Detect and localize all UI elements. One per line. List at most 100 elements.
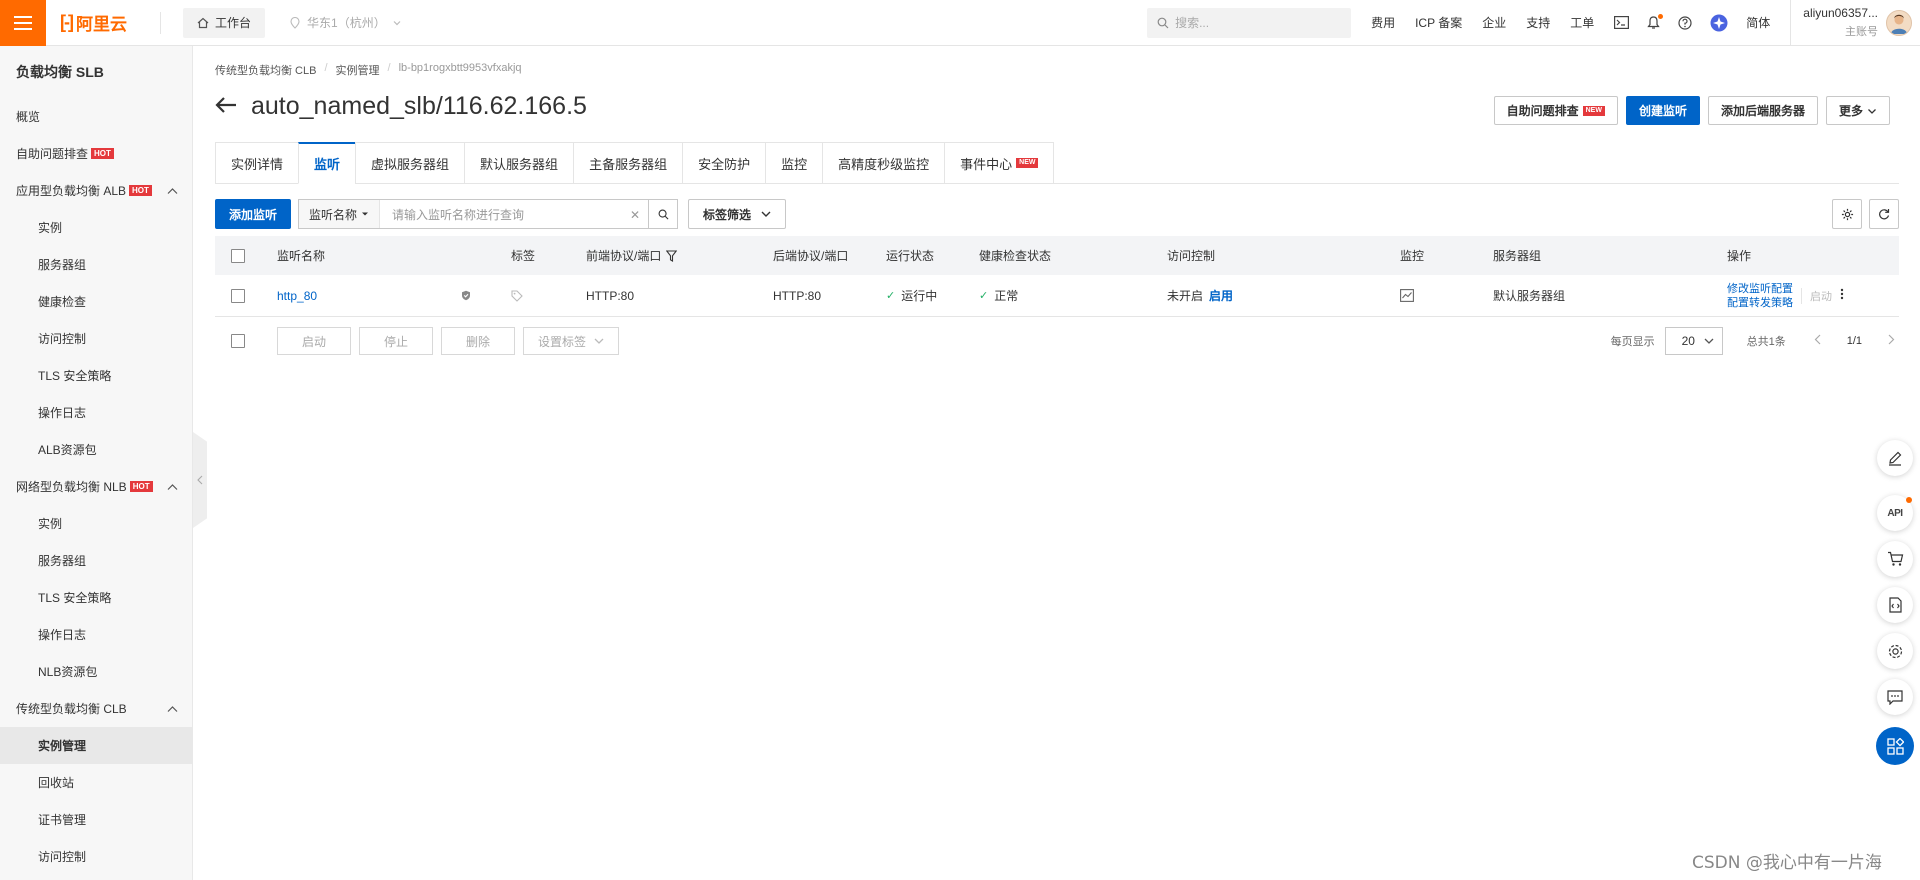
tab-instance-details[interactable]: 实例详情 <box>215 142 299 184</box>
pagination: 每页显示 20 总共1条 1/1 <box>1611 327 1899 355</box>
page-indicator: 1/1 <box>1846 335 1862 347</box>
create-listener-button[interactable]: 创建监听 <box>1625 96 1700 125</box>
edit-listener-link[interactable]: 修改监听配置 <box>1727 282 1793 296</box>
help-icon[interactable] <box>1678 15 1692 30</box>
sidebar-item-clb-instances[interactable]: 实例管理 <box>0 727 192 764</box>
chat-icon[interactable] <box>1877 679 1913 715</box>
sidebar-item-alb-health-check[interactable]: 健康检查 <box>0 283 192 320</box>
user-name: aliyun06357... <box>1803 6 1878 20</box>
clear-icon[interactable]: ✕ <box>630 208 640 222</box>
add-listener-button[interactable]: 添加监听 <box>215 199 292 229</box>
aliyun-logo[interactable]: [-] 阿里云 <box>60 10 160 35</box>
listener-name-link[interactable]: http_80 <box>277 289 317 303</box>
breadcrumb-item-instances[interactable]: 实例管理 <box>336 62 380 78</box>
tab-default-server-group[interactable]: 默认服务器组 <box>464 142 574 184</box>
batch-delete-button[interactable]: 删除 <box>441 327 516 355</box>
user-menu[interactable]: aliyun06357... 主账号 <box>1790 0 1920 46</box>
avatar[interactable] <box>1886 9 1912 36</box>
self-troubleshoot-button[interactable]: 自助问题排查 NEW <box>1493 96 1618 125</box>
chevron-down-icon <box>1704 338 1714 344</box>
sidebar-item-nlb-logs[interactable]: 操作日志 <box>0 616 192 653</box>
refresh-icon[interactable] <box>1869 199 1899 229</box>
tag-filter-button[interactable]: 标签筛选 <box>688 199 787 229</box>
nav-link-support[interactable]: 支持 <box>1526 14 1550 31</box>
tab-master-slave-group[interactable]: 主备服务器组 <box>573 142 683 184</box>
forwarding-rules-link[interactable]: 配置转发策略 <box>1727 296 1793 310</box>
add-backend-server-button[interactable]: 添加后端服务器 <box>1707 96 1818 125</box>
workbench-button[interactable]: 工作台 <box>183 7 266 38</box>
sidebar-collapse-handle[interactable] <box>193 432 207 528</box>
tab-vserver-groups[interactable]: 虚拟服务器组 <box>355 142 465 184</box>
region-selector[interactable]: 华东1（杭州） <box>289 14 402 31</box>
language-switch[interactable]: 简体 <box>1746 14 1770 31</box>
select-all-checkbox[interactable] <box>231 248 245 263</box>
sidebar-item-self-troubleshoot[interactable]: 自助问题排查 HOT <box>0 135 192 172</box>
search-input[interactable]: 请输入监听名称进行查询 ✕ <box>380 200 648 228</box>
apps-grid-icon[interactable] <box>1876 727 1914 765</box>
tab-hi-res-monitoring[interactable]: 高精度秒级监控 <box>822 142 945 184</box>
row-checkbox[interactable] <box>231 288 245 303</box>
next-page-icon[interactable] <box>1888 334 1895 348</box>
page-size-select[interactable]: 20 <box>1664 327 1723 355</box>
tab-listeners[interactable]: 监听 <box>298 142 356 184</box>
sidebar-item-alb-server-groups[interactable]: 服务器组 <box>0 246 192 283</box>
assistant-icon[interactable] <box>1710 14 1728 32</box>
menu-icon[interactable] <box>0 0 46 46</box>
sidebar-item-overview[interactable]: 概览 <box>0 98 192 135</box>
batch-start-button[interactable]: 启动 <box>277 327 352 355</box>
chevron-down-icon <box>761 211 771 217</box>
sidebar-group-alb[interactable]: 应用型负载均衡 ALB HOT <box>0 172 192 209</box>
sidebar-item-alb-tls[interactable]: TLS 安全策略 <box>0 357 192 394</box>
monitor-chart-icon[interactable] <box>1400 289 1414 302</box>
back-arrow-icon[interactable] <box>215 96 237 117</box>
sidebar-item-clb-acl[interactable]: 访问控制 <box>0 838 192 875</box>
col-name: 监听名称 <box>277 249 326 263</box>
chevron-up-icon <box>167 187 178 194</box>
enable-acl-link[interactable]: 启用 <box>1209 287 1233 304</box>
sidebar-group-nlb[interactable]: 网络型负载均衡 NLB HOT <box>0 468 192 505</box>
backend-value: HTTP:80 <box>773 288 822 303</box>
sidebar-item-clb-recycle-bin[interactable]: 回收站 <box>0 764 192 801</box>
nav-link-icp[interactable]: ICP 备案 <box>1415 14 1462 31</box>
nav-link-billing[interactable]: 费用 <box>1371 14 1395 31</box>
edit-feedback-icon[interactable] <box>1877 440 1913 476</box>
batch-stop-button[interactable]: 停止 <box>359 327 434 355</box>
filter-icon[interactable] <box>666 249 678 262</box>
search-button[interactable] <box>648 200 677 228</box>
breadcrumb-item-clb[interactable]: 传统型负载均衡 CLB <box>215 62 316 78</box>
more-vertical-icon[interactable] <box>1840 288 1844 303</box>
sidebar-item-nlb-tls[interactable]: TLS 安全策略 <box>0 579 192 616</box>
global-search-input[interactable]: 搜索... <box>1147 7 1352 38</box>
sidebar-item-nlb-instances[interactable]: 实例 <box>0 505 192 542</box>
nav-link-ticket[interactable]: 工单 <box>1570 14 1594 31</box>
col-monitor: 监控 <box>1400 249 1425 263</box>
notification-bell-icon[interactable] <box>1647 13 1664 30</box>
sidebar-item-clb-certificates[interactable]: 证书管理 <box>0 801 192 838</box>
tab-security[interactable]: 安全防护 <box>682 142 766 184</box>
more-button[interactable]: 更多 <box>1825 96 1890 125</box>
tab-monitoring[interactable]: 监控 <box>765 142 823 184</box>
sidebar-item-nlb-server-groups[interactable]: 服务器组 <box>0 542 192 579</box>
sidebar-item-alb-acl[interactable]: 访问控制 <box>0 320 192 357</box>
terminal-icon[interactable] <box>1614 16 1630 29</box>
sidebar-group-clb[interactable]: 传统型负载均衡 CLB <box>0 690 192 727</box>
tag-icon[interactable] <box>511 289 523 302</box>
search-field-select[interactable]: 监听名称 <box>299 200 381 228</box>
settings-icon[interactable] <box>1832 199 1862 229</box>
batch-select-checkbox[interactable] <box>231 334 245 348</box>
settings-icon[interactable] <box>1877 633 1913 669</box>
notification-dot <box>1658 13 1664 19</box>
sidebar-item-alb-logs[interactable]: 操作日志 <box>0 394 192 431</box>
tab-event-center[interactable]: 事件中心 NEW <box>944 142 1055 184</box>
batch-set-tags-button[interactable]: 设置标签 <box>523 327 620 355</box>
shield-icon[interactable] <box>461 290 471 301</box>
sidebar-item-alb-packages[interactable]: ALB资源包 <box>0 431 192 468</box>
sidebar-item-alb-instances[interactable]: 实例 <box>0 209 192 246</box>
cart-icon[interactable] <box>1877 541 1913 577</box>
sidebar-item-nlb-packages[interactable]: NLB资源包 <box>0 653 192 690</box>
nav-link-enterprise[interactable]: 企业 <box>1482 14 1506 31</box>
home-icon <box>197 17 209 28</box>
document-code-icon[interactable] <box>1877 587 1913 623</box>
prev-page-icon[interactable] <box>1814 334 1821 348</box>
api-icon[interactable]: API <box>1877 495 1913 531</box>
